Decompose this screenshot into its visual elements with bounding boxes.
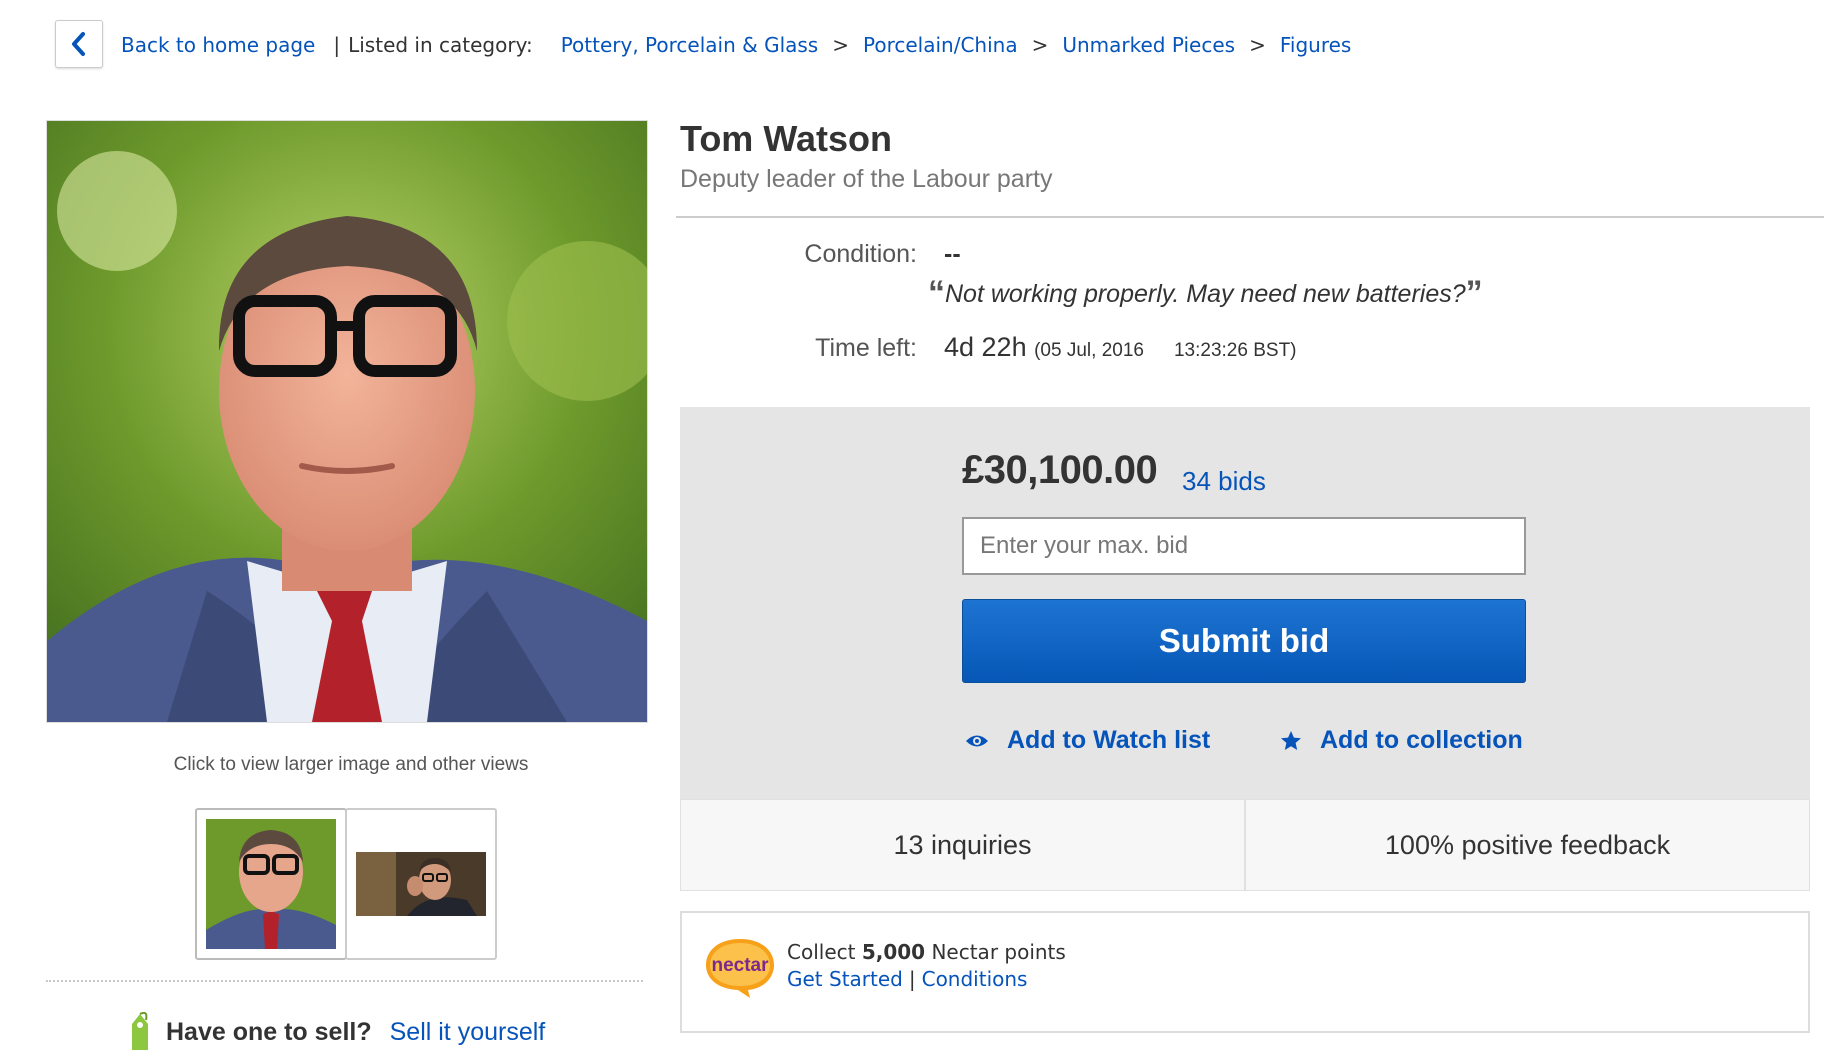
time-left-value: 4d 22h <box>944 332 1027 362</box>
add-to-watch-list-button[interactable]: Add to Watch list <box>965 726 1210 755</box>
eye-icon <box>966 735 988 746</box>
back-to-home-link[interactable]: Back to home page <box>121 33 315 57</box>
condition-note-text: Not working properly. May need new batte… <box>945 280 1466 308</box>
seller-stats: 13 inquiries 100% positive feedback <box>680 799 1810 891</box>
category-link-pottery[interactable]: Pottery, Porcelain & Glass <box>561 33 819 57</box>
nectar-text: Collect 5,000 Nectar points Get Started |… <box>787 939 1066 993</box>
main-item-photo[interactable] <box>46 120 648 723</box>
time-left: 4d 22h (05 Jul, 2016 13:23:26 BST) <box>944 332 1297 363</box>
category-link-unmarked[interactable]: Unmarked Pieces <box>1062 33 1235 57</box>
breadcrumb: Back to home page | Listed in category: … <box>121 30 1351 60</box>
breadcrumb-separator: > <box>1249 33 1266 57</box>
submit-bid-button[interactable]: Submit bid <box>962 599 1526 683</box>
condition-note: “Not working properly. May need new batt… <box>928 274 1483 313</box>
condition-value: -- <box>944 240 961 268</box>
nectar-links: Get Started | Conditions <box>787 966 1066 993</box>
sell-it-yourself-link[interactable]: Sell it yourself <box>390 1018 546 1047</box>
inquiries-count: 13 inquiries <box>893 829 1032 860</box>
item-subtitle: Deputy leader of the Labour party <box>680 165 1053 193</box>
nectar-logo: nectar <box>706 939 774 998</box>
bid-count-link[interactable]: 34 bids <box>1182 466 1266 497</box>
watch-list-label: Add to Watch list <box>1007 726 1211 754</box>
title-divider <box>676 216 1824 218</box>
nectar-points: 5,000 <box>861 940 926 964</box>
sell-prompt: Have one to sell? Sell it yourself <box>126 1012 545 1052</box>
thumbnail-1[interactable] <box>195 808 347 960</box>
breadcrumb-separator: > <box>1031 33 1049 57</box>
chevron-left-icon <box>72 32 85 56</box>
condition-label: Condition: <box>804 240 917 268</box>
conditions-link[interactable]: Conditions <box>922 967 1028 991</box>
thumbnail-2[interactable] <box>345 808 497 960</box>
open-quote-mark: “ <box>928 274 945 312</box>
feedback-score: 100% positive feedback <box>1244 800 1809 890</box>
photo-caption: Click to view larger image and other vie… <box>173 754 529 775</box>
listed-in-label: Listed in category: <box>348 33 533 57</box>
time-left-label: Time left: <box>815 334 917 362</box>
max-bid-input[interactable] <box>962 517 1526 575</box>
links-divider: | <box>908 967 916 991</box>
end-date: (05 Jul, 2016 <box>1034 340 1144 361</box>
sell-question: Have one to sell? <box>166 1017 372 1046</box>
breadcrumb-separator: > <box>832 33 849 57</box>
close-quote-mark: ” <box>1465 274 1483 312</box>
nectar-promo: nectar Collect 5,000 Nectar points Get S… <box>680 911 1810 1033</box>
current-price: £30,100.00 <box>962 448 1158 492</box>
get-started-link[interactable]: Get Started <box>787 967 903 991</box>
add-to-collection-button[interactable]: Add to collection <box>1280 726 1523 755</box>
collect-suffix: Nectar points <box>931 940 1066 964</box>
price-tag-icon <box>132 1012 148 1050</box>
back-button[interactable] <box>55 20 103 68</box>
section-divider <box>46 980 643 982</box>
end-time: 13:23:26 BST) <box>1173 340 1297 361</box>
star-icon <box>1281 730 1301 750</box>
nectar-collect-line: Collect 5,000 Nectar points <box>787 939 1066 966</box>
category-link-figures[interactable]: Figures <box>1280 33 1351 57</box>
breadcrumb-divider: | <box>333 33 341 57</box>
item-title: Tom Watson <box>680 118 892 159</box>
nectar-logo-text: nectar <box>711 955 769 976</box>
category-link-porcelain[interactable]: Porcelain/China <box>863 33 1018 57</box>
collection-label: Add to collection <box>1320 726 1523 754</box>
collect-prefix: Collect <box>787 940 856 964</box>
